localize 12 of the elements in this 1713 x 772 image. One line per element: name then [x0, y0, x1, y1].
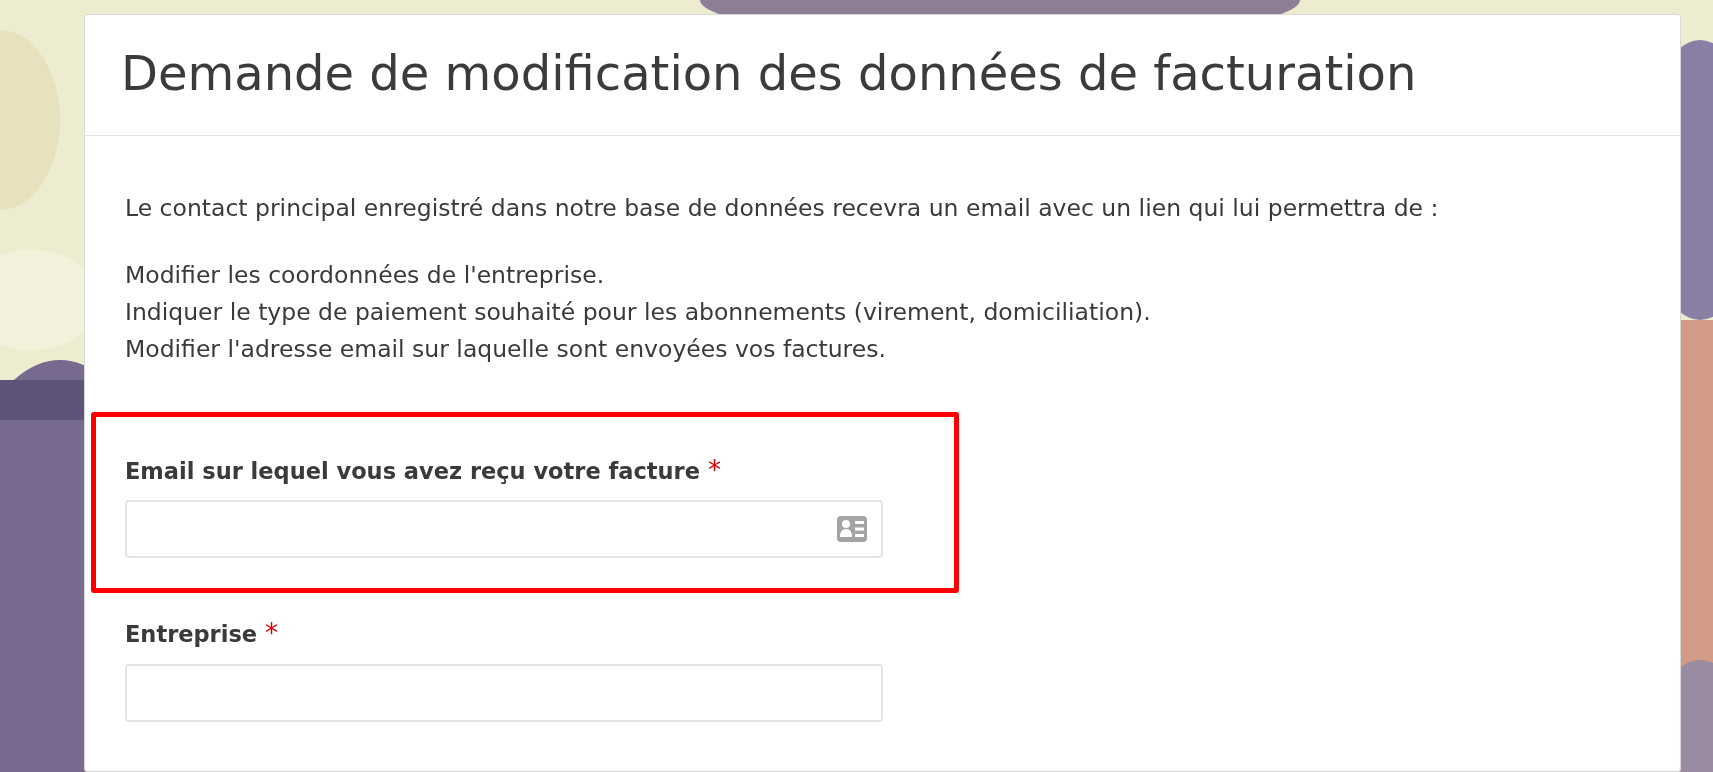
info-line: Indiquer le type de paiement souhaité pour les abonnements (virement, domiciliation). — [125, 296, 1152, 328]
info-line: Modifier les coordonnées de l'entreprise. — [125, 259, 606, 291]
field-label: Entreprise — [125, 620, 258, 650]
required-icon: * — [707, 454, 721, 485]
input-field[interactable] — [125, 500, 883, 559]
field-label: Email sur lequel vous avez reçu votre facture — [125, 456, 700, 486]
info-line: Modifier l'adresse email sur laquelle sont envoyées vos factures. — [125, 333, 887, 365]
page-title: Demande de modification des données de facturation — [121, 45, 1418, 103]
input-field[interactable] — [125, 664, 883, 723]
intro-text: Le contact principal enregistré dans notre base de données recevra un email avec un lien qui lui permettra de : — [125, 192, 1440, 224]
required-icon: * — [265, 618, 279, 649]
contact-card-icon — [837, 516, 867, 543]
